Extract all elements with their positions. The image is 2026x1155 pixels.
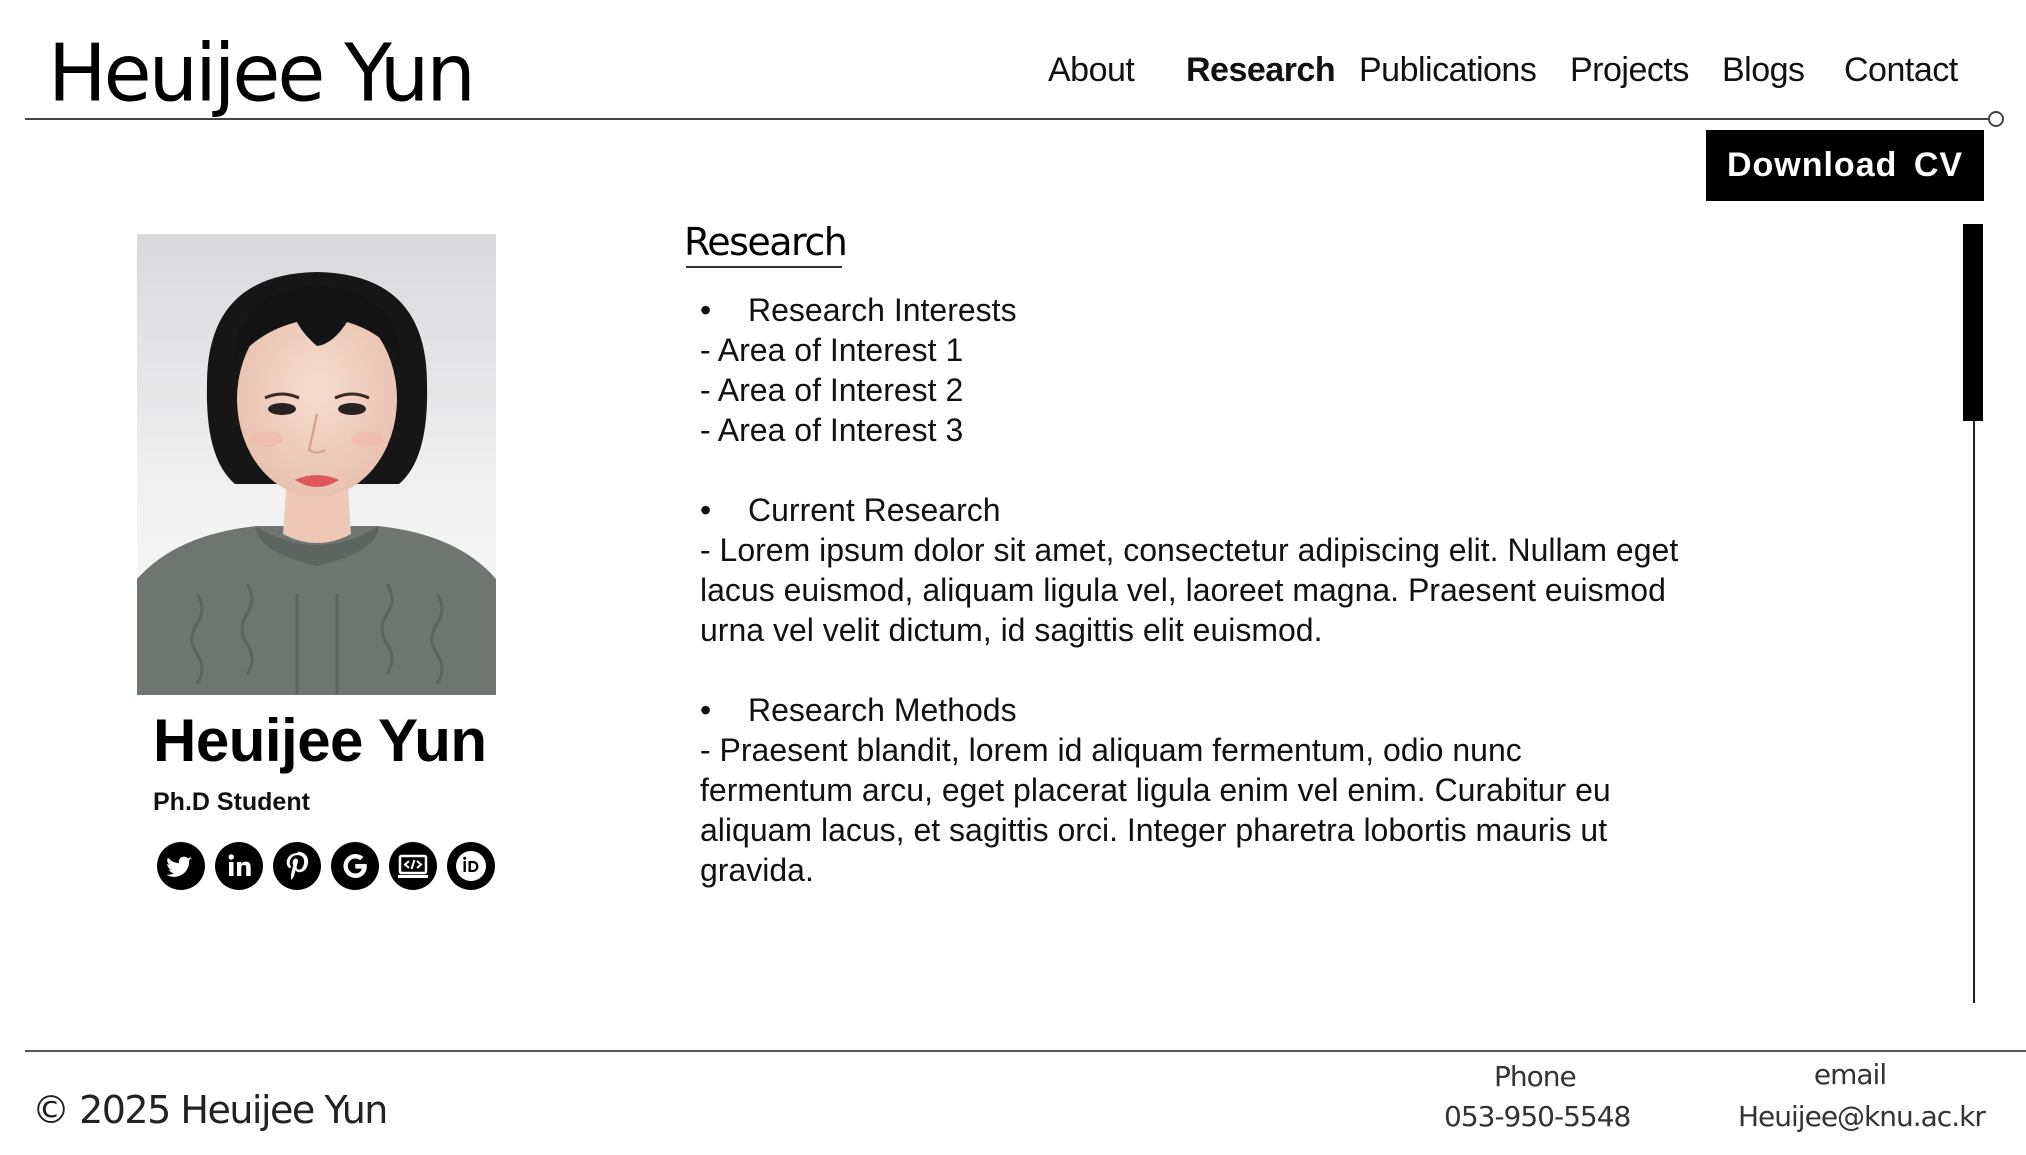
footer-divider [25,1050,2026,1052]
email-value[interactable]: Heuijee@knu.ac.kr [1738,1100,1986,1133]
paragraph-line: aliquam lacus, et sagittis orci. Integer… [700,812,1608,848]
nav-publications[interactable]: Publications [1359,46,1537,94]
phone-value[interactable]: 053-950-5548 [1444,1100,1631,1133]
email-label: email [1813,1058,1887,1091]
section-title: • Research Methods [700,690,1700,730]
section-heading: Research [684,220,848,264]
header-divider [25,118,1991,120]
list-item: - Area of Interest 3 [700,412,964,448]
list-item: - Area of Interest 1 [700,332,964,368]
current-research-title: Current Research [748,492,1001,528]
bullet-icon: • [700,292,712,328]
paragraph-line: - Lorem ipsum dolor sit amet, consectetu… [700,532,1679,568]
nav-research[interactable]: Research [1186,46,1336,94]
research-interests-section: • Research Interests - Area of Interest … [700,290,1700,450]
code-screen-icon[interactable] [389,842,437,890]
copyright: © 2025 Heuijee Yun [32,1088,388,1132]
linkedin-icon[interactable] [215,842,263,890]
nav-blogs[interactable]: Blogs [1722,46,1805,94]
list-item: - Area of Interest 2 [700,372,964,408]
nav-projects[interactable]: Projects [1570,46,1689,94]
divider-end-dot [1988,111,2004,127]
orcid-icon[interactable] [447,842,495,890]
profile-photo [137,234,496,695]
nav-contact[interactable]: Contact [1844,46,1958,94]
research-methods-section: • Research Methods - Praesent blandit, l… [700,690,1700,890]
paragraph-line: - Praesent blandit, lorem id aliquam fer… [700,732,1522,768]
scrollbar-thumb[interactable] [1963,224,1983,421]
twitter-icon[interactable] [157,842,205,890]
section-heading-underline [686,266,842,268]
nav-about[interactable]: About [1048,46,1135,94]
phone-label: Phone [1494,1060,1577,1093]
paragraph-line: gravida. [700,852,814,888]
bullet-icon: • [700,692,712,728]
google-icon[interactable] [331,842,379,890]
main-nav: About Research Publications Projects Blo… [0,46,2026,96]
section-title: • Research Interests [700,290,1700,330]
pinterest-icon[interactable] [273,842,321,890]
research-methods-title: Research Methods [748,692,1017,728]
paragraph-line: lacus euismod, aliquam ligula vel, laore… [700,572,1666,608]
current-research-section: • Current Research - Lorem ipsum dolor s… [700,490,1700,650]
download-cv-button[interactable]: Download CV [1706,130,1984,201]
paragraph-line: urna vel velit dictum, id sagittis elit … [700,612,1323,648]
research-content: • Research Interests - Area of Interest … [700,290,1700,930]
profile-name: Heuijee Yun [153,707,487,774]
research-interests-title: Research Interests [748,292,1017,328]
paragraph-line: fermentum arcu, eget placerat ligula eni… [700,772,1611,808]
profile-role: Ph.D Student [153,788,310,816]
bullet-icon: • [700,492,712,528]
section-title: • Current Research [700,490,1700,530]
